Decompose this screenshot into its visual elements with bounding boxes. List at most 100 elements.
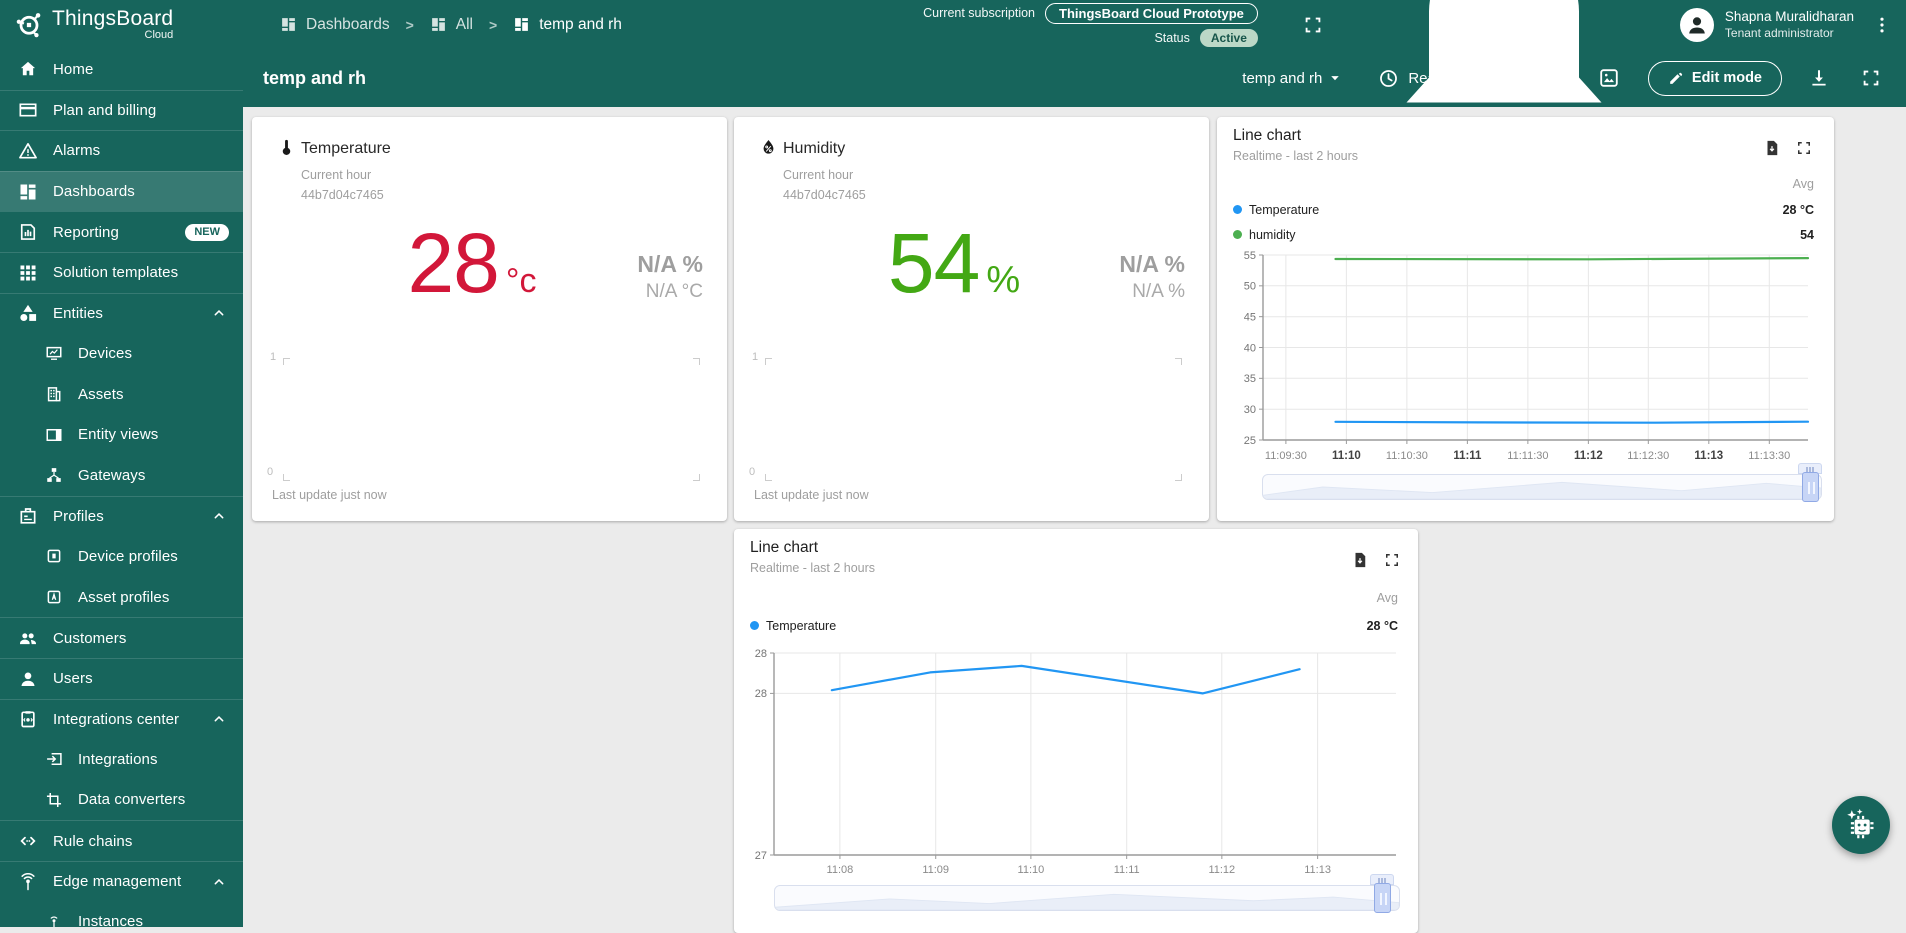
export-file-icon[interactable] xyxy=(1763,139,1781,157)
chevron-up-icon xyxy=(211,711,227,727)
dashboard-title: temp and rh xyxy=(263,68,366,89)
status-label: Status xyxy=(1154,31,1189,45)
entities-icon xyxy=(18,303,38,323)
sidebar-item-dashboards[interactable]: Dashboards xyxy=(0,171,243,212)
sidebar-item-reporting[interactable]: ReportingNEW xyxy=(0,211,243,252)
legend-item-humidity[interactable]: humidity54 xyxy=(1233,222,1814,247)
chevron-up-icon xyxy=(211,874,227,890)
sidebar-item-profiles[interactable]: Profiles xyxy=(0,496,243,537)
svg-text:11:08: 11:08 xyxy=(827,864,854,876)
rule-chains-icon xyxy=(18,831,38,851)
widget-subtitle: Current hour xyxy=(301,168,371,182)
breadcrumb-current[interactable]: temp and rh xyxy=(513,16,622,34)
sidebar-item-label: Profiles xyxy=(53,508,104,525)
fullscreen-icon[interactable] xyxy=(1302,14,1324,36)
widget-title: Temperature xyxy=(301,140,391,158)
svg-text:50: 50 xyxy=(1244,281,1256,293)
sidebar-item-integrations[interactable]: Integrations xyxy=(0,739,243,780)
assets-icon xyxy=(45,385,63,403)
legend-item-temperature[interactable]: Temperature28 °C xyxy=(750,613,1398,638)
app-logo[interactable]: ThingsBoard Cloud xyxy=(0,8,243,41)
profiles-icon xyxy=(18,506,38,526)
mini-chart-corner xyxy=(693,474,700,481)
assistant-fab-button[interactable] xyxy=(1832,796,1890,854)
subscription-plan-pill[interactable]: ThingsBoard Cloud Prototype xyxy=(1045,3,1258,24)
sidebar-item-label: Device profiles xyxy=(78,548,178,565)
sidebar-item-label: Gateways xyxy=(78,467,146,484)
edit-mode-button[interactable]: Edit mode xyxy=(1648,61,1782,96)
sidebar-item-label: Plan and billing xyxy=(53,102,156,119)
sidebar-item-devices[interactable]: Devices xyxy=(0,333,243,374)
mini-chart-corner xyxy=(693,358,700,365)
sidebar-item-entity-views[interactable]: Entity views xyxy=(0,414,243,455)
sidebar-item-solution-templates[interactable]: Solution templates xyxy=(0,252,243,293)
temperature-value: 28°c xyxy=(312,221,632,305)
sidebar-item-users[interactable]: Users xyxy=(0,658,243,699)
sidebar-item-data-converters[interactable]: Data converters xyxy=(0,780,243,821)
mini-axis-min: 0 xyxy=(749,466,755,478)
sidebar-item-instances[interactable]: Instances xyxy=(0,901,243,927)
fullscreen-dashboard-icon[interactable] xyxy=(1860,67,1882,89)
sidebar-item-label: Entities xyxy=(53,305,103,322)
breadcrumb-all[interactable]: All xyxy=(430,16,473,34)
sidebar-item-label: Data converters xyxy=(78,791,185,808)
widget-subtitle: Realtime - last 2 hours xyxy=(1233,149,1358,163)
export-file-icon[interactable] xyxy=(1351,551,1369,569)
slider-track[interactable] xyxy=(1262,474,1822,500)
sidebar-item-edge-management[interactable]: Edge management xyxy=(0,861,243,902)
expand-widget-icon[interactable] xyxy=(1383,551,1401,569)
dashboard-state-selector[interactable]: temp and rh xyxy=(1242,69,1344,87)
sidebar-item-alarms[interactable]: Alarms xyxy=(0,130,243,171)
sidebar-item-device-profiles[interactable]: Device profiles xyxy=(0,536,243,577)
humidity-droplet-icon xyxy=(759,138,778,157)
kebab-menu-icon[interactable] xyxy=(1872,14,1892,36)
customers-icon xyxy=(18,628,38,648)
svg-text:11:12: 11:12 xyxy=(1208,864,1235,876)
sidebar-item-asset-profiles[interactable]: Asset profiles xyxy=(0,577,243,618)
slider-track[interactable] xyxy=(774,885,1400,911)
legend-header: Avg xyxy=(1793,177,1814,191)
series-color-dot xyxy=(1233,205,1242,214)
sidebar-item-label: Assets xyxy=(78,386,124,403)
user-info[interactable]: Shapna Muralidharan Tenant administrator xyxy=(1725,9,1854,41)
pencil-icon xyxy=(1668,71,1683,86)
breadcrumb-dashboards[interactable]: Dashboards xyxy=(280,16,390,34)
sidebar-item-gateways[interactable]: Gateways xyxy=(0,455,243,496)
entity-id: 44b7d04c7465 xyxy=(301,188,384,202)
download-icon[interactable] xyxy=(1808,67,1830,89)
sidebar-item-rule-chains[interactable]: Rule chains xyxy=(0,820,243,861)
dashboards-grid-icon xyxy=(430,16,447,33)
sidebar-item-customers[interactable]: Customers xyxy=(0,617,243,658)
mini-chart-corner xyxy=(283,358,290,365)
widget-title: Line chart xyxy=(1233,127,1301,145)
series-avg-value: 28 °C xyxy=(1783,203,1814,217)
slider-handle[interactable] xyxy=(1374,883,1391,913)
solution-templates-icon xyxy=(18,263,38,283)
sidebar-item-entities[interactable]: Entities xyxy=(0,293,243,334)
legend-header: Avg xyxy=(1377,591,1398,605)
breadcrumb-separator: > xyxy=(489,17,497,33)
svg-text:27: 27 xyxy=(755,850,767,862)
sidebar-item-home[interactable]: Home xyxy=(0,49,243,90)
notifications-button[interactable]: 4 xyxy=(1354,0,1654,175)
legend-item-temperature[interactable]: Temperature28 °C xyxy=(1233,197,1814,222)
sidebar-item-label: Entity views xyxy=(78,426,158,443)
user-avatar[interactable] xyxy=(1680,8,1714,42)
sidebar-item-assets[interactable]: Assets xyxy=(0,374,243,415)
bell-icon xyxy=(1354,0,1654,175)
mini-chart-corner xyxy=(765,474,772,481)
time-range-slider xyxy=(1262,474,1822,500)
mini-chart-corner xyxy=(765,358,772,365)
sidebar-item-label: Reporting xyxy=(53,224,119,241)
sidebar-item-plan-and-billing[interactable]: Plan and billing xyxy=(0,90,243,131)
temperature-widget: Temperature Current hour 44b7d04c7465 28… xyxy=(252,117,727,521)
sidebar-item-label: Integrations center xyxy=(53,711,179,728)
widget-title: Line chart xyxy=(750,539,818,557)
slider-handle[interactable] xyxy=(1802,472,1819,502)
svg-text:11:12:30: 11:12:30 xyxy=(1627,450,1669,462)
line-chart-widget-top: Line chart Realtime - last 2 hours Avg T… xyxy=(1217,117,1834,521)
sidebar-item-integrations-center[interactable]: Integrations center xyxy=(0,699,243,740)
breadcrumb-separator: > xyxy=(406,17,414,33)
expand-widget-icon[interactable] xyxy=(1795,139,1813,157)
sidebar: HomePlan and billingAlarmsDashboardsRepo… xyxy=(0,49,243,927)
